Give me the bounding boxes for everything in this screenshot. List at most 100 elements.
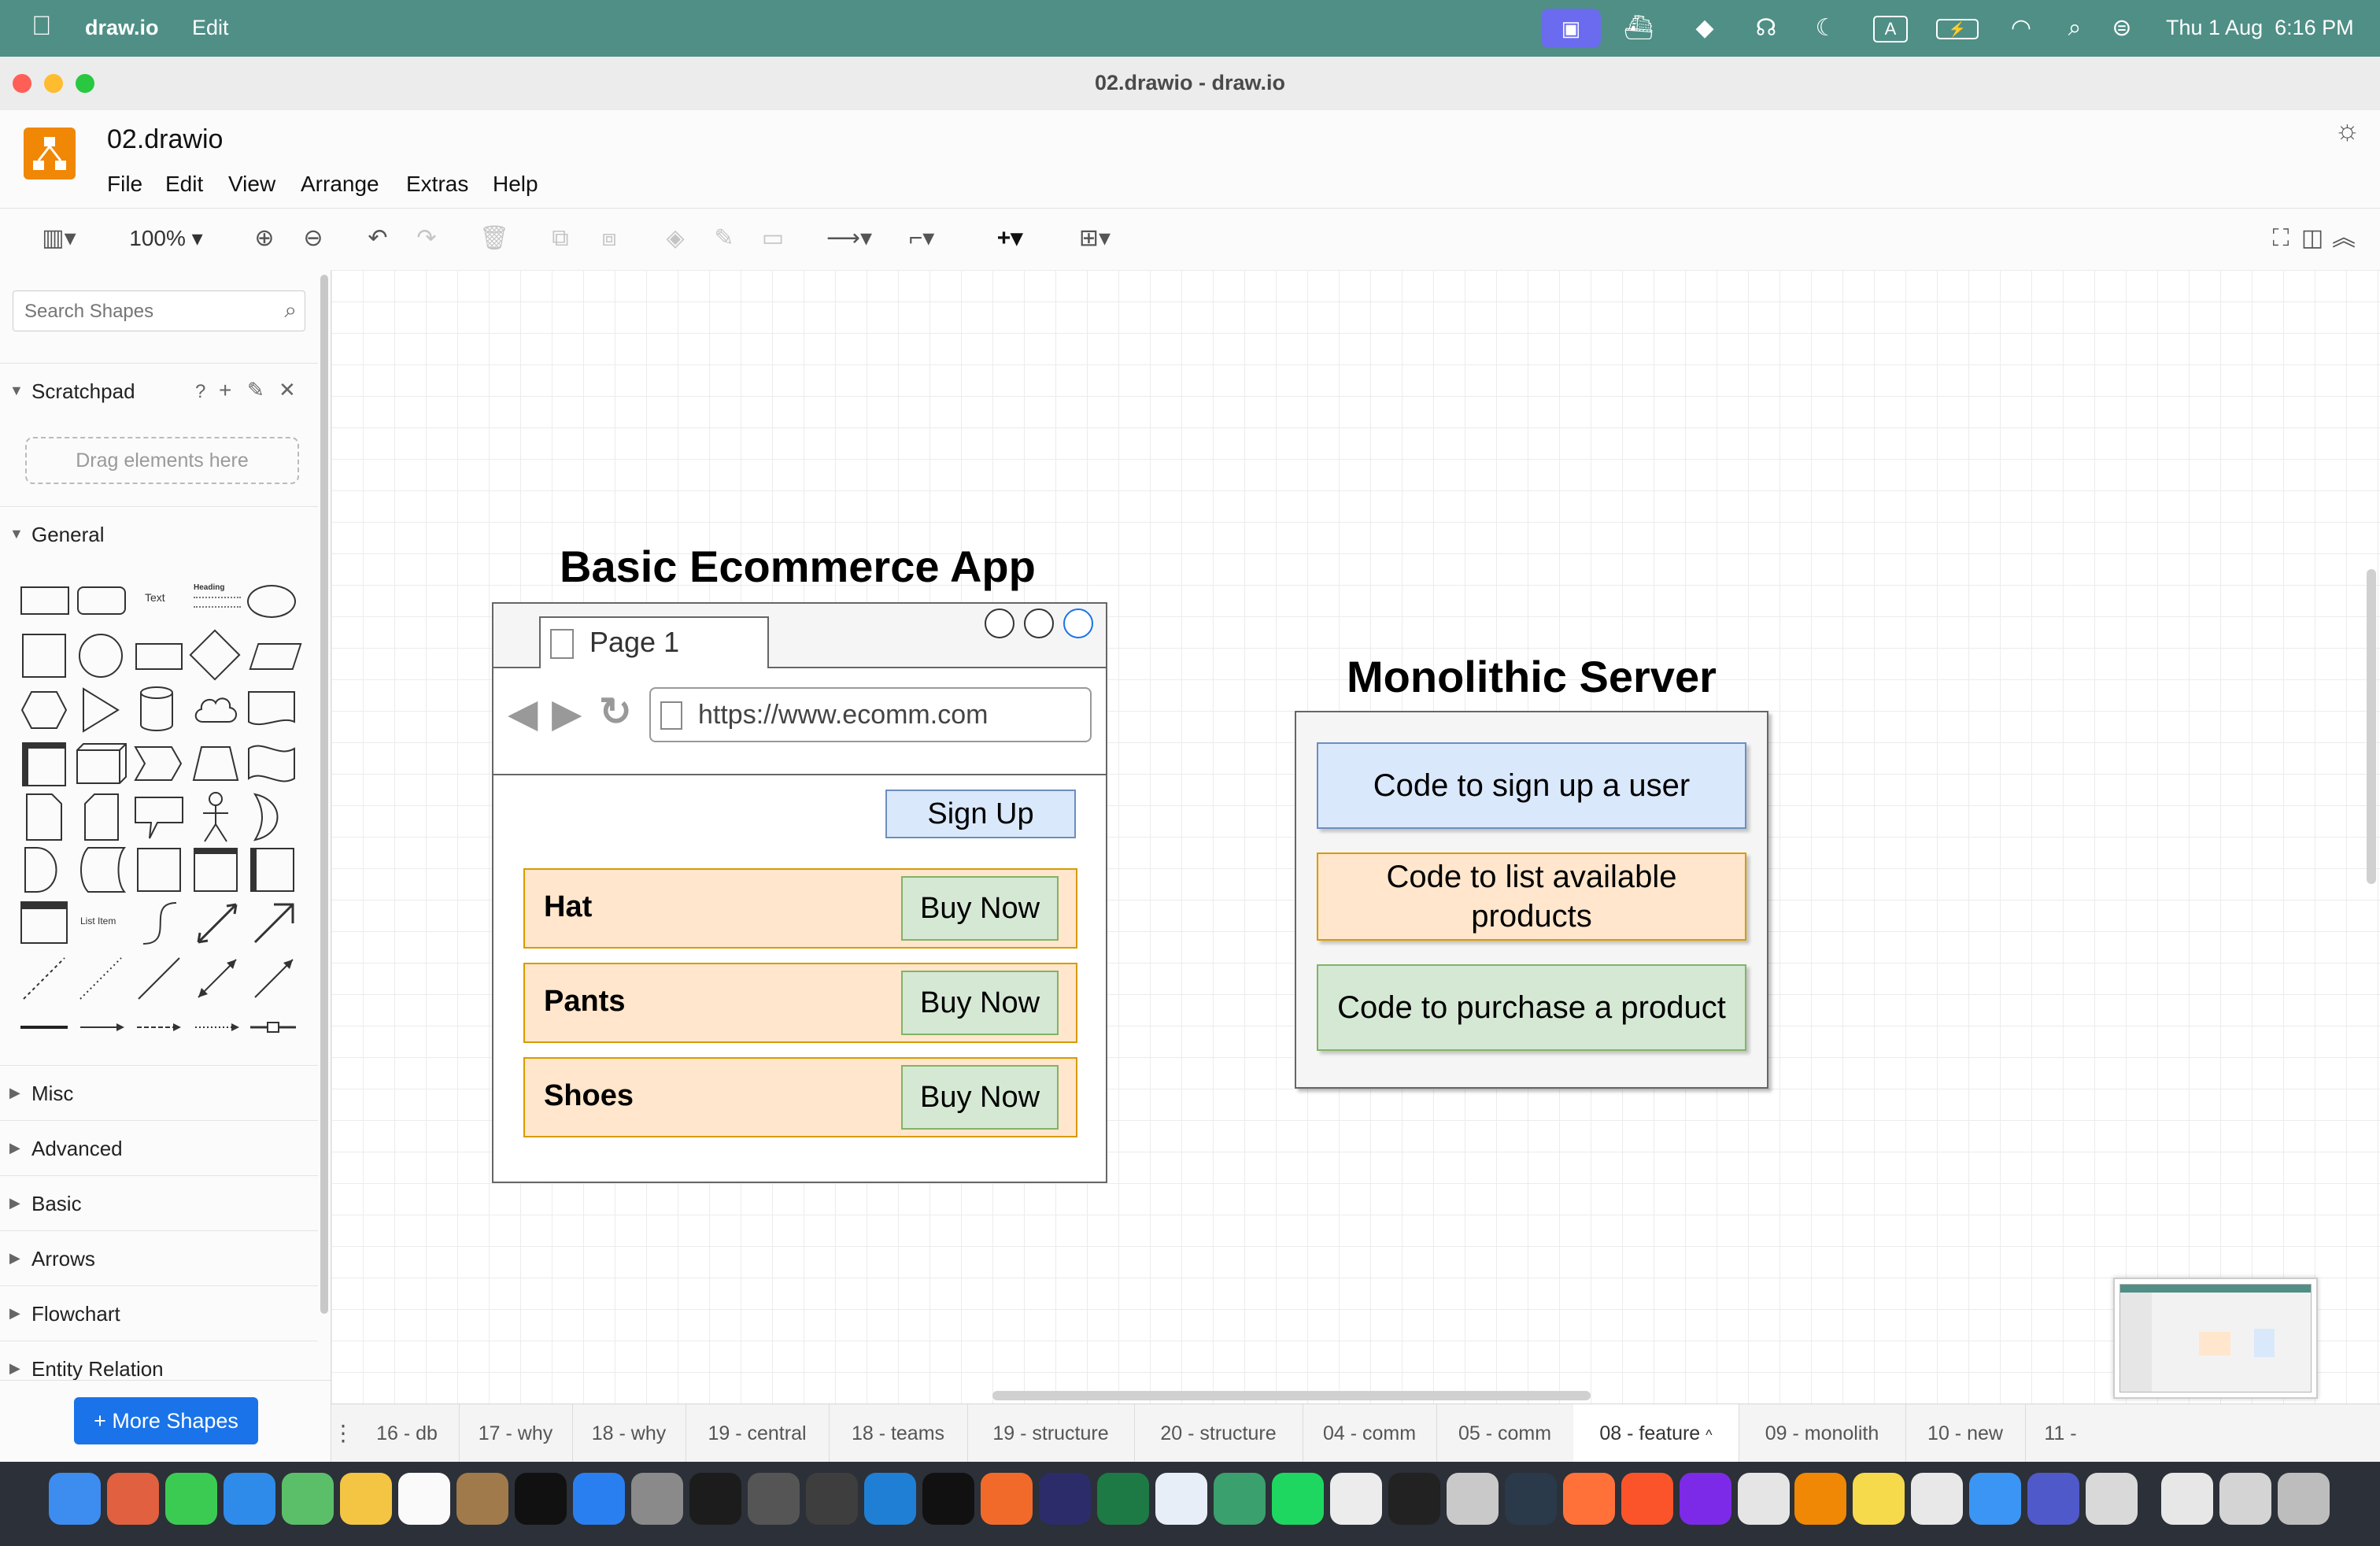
apple-tv-icon[interactable]	[515, 1473, 567, 1525]
step-shape[interactable]	[134, 745, 183, 782]
parallelogram-shape[interactable]	[249, 643, 302, 670]
undo-icon[interactable]: ↶	[360, 223, 395, 254]
excel-icon[interactable]	[1097, 1473, 1149, 1525]
list-item-shape[interactable]: List Item	[80, 915, 116, 926]
tape-shape[interactable]	[247, 742, 296, 785]
to-back-icon[interactable]: ⧈	[592, 223, 626, 254]
wifi-icon[interactable]: ◠	[2005, 13, 2037, 44]
collapse-icon[interactable]: ︽	[2328, 223, 2360, 254]
ecommerce-title[interactable]: Basic Ecommerce App	[560, 541, 1036, 592]
server-item-purchase[interactable]: Code to purchase a product	[1317, 964, 1746, 1051]
calendar-icon[interactable]	[398, 1473, 450, 1525]
diagram-canvas[interactable]: Basic Ecommerce App Page 1 ◀ ▶ ↻ https:/…	[331, 270, 2380, 1404]
section-misc[interactable]: ▶ Misc	[0, 1065, 318, 1121]
file-name[interactable]: 02.drawio	[107, 124, 223, 155]
screen-share-icon[interactable]: ▣	[1541, 9, 1601, 48]
section-flowchart[interactable]: ▶ Flowchart	[0, 1285, 318, 1341]
dvd-player-icon[interactable]	[1447, 1473, 1499, 1525]
dotted-line-shape[interactable]	[77, 955, 124, 1002]
buy-now-button[interactable]: Buy Now	[901, 876, 1059, 941]
server-title[interactable]: Monolithic Server	[1347, 651, 1717, 702]
elephant-icon[interactable]: ◆	[1689, 13, 1720, 44]
contacts-icon[interactable]	[456, 1473, 508, 1525]
downloads-stack-icon[interactable]	[2219, 1473, 2271, 1525]
chevron-up-icon[interactable]: ^	[1706, 1427, 1712, 1443]
scratchpad-help-icon[interactable]: ?	[195, 381, 205, 403]
maps-icon[interactable]	[282, 1473, 334, 1525]
zoom-out-icon[interactable]: ⊖	[296, 223, 331, 254]
safari-icon[interactable]	[224, 1473, 275, 1525]
and-shape[interactable]	[24, 846, 61, 893]
teams-icon[interactable]	[2027, 1473, 2079, 1525]
headphones-icon[interactable]: ☊	[1750, 13, 1782, 44]
chrome-icon[interactable]	[1911, 1473, 1963, 1525]
drawio-dock-icon[interactable]	[1794, 1473, 1846, 1525]
bidirectional-connector-shape[interactable]	[194, 955, 241, 1002]
theme-sun-icon[interactable]: ☼	[2334, 113, 2360, 146]
scratchpad-header[interactable]: ▼ Scratchpad ? + ✎ ✕	[0, 363, 318, 419]
more-shapes-button[interactable]: + More Shapes	[74, 1397, 258, 1444]
section-advanced[interactable]: ▶ Advanced	[0, 1120, 318, 1176]
canva-icon[interactable]	[1680, 1473, 1731, 1525]
docker-icon[interactable]: ⛴	[1623, 13, 1654, 44]
signup-button[interactable]: Sign Up	[885, 790, 1076, 838]
photos-icon[interactable]	[340, 1473, 392, 1525]
general-header[interactable]: ▼ General	[0, 506, 318, 562]
scratchpad-close-icon[interactable]: ✕	[279, 378, 296, 402]
fullscreen-icon[interactable]: ⛶	[2265, 223, 2297, 254]
browser-tab[interactable]: Page 1	[539, 616, 769, 668]
sidebar-scrollbar[interactable]	[320, 275, 328, 1314]
search-shapes-input[interactable]	[23, 299, 278, 324]
browser-circle-icon[interactable]	[985, 608, 1014, 638]
format-panel-icon[interactable]: ▥▾	[31, 223, 87, 254]
page-tab[interactable]: 16 - db	[355, 1404, 460, 1463]
rectangle-shape[interactable]	[20, 586, 69, 615]
container-shape[interactable]	[137, 848, 181, 892]
firefox-icon[interactable]	[1563, 1473, 1615, 1525]
menu-help[interactable]: Help	[493, 172, 538, 197]
dotted-connector-shape[interactable]	[194, 1018, 241, 1037]
scratchpad-add-icon[interactable]: +	[219, 378, 231, 403]
canvas-horizontal-scrollbar[interactable]	[992, 1391, 1591, 1400]
mail-icon[interactable]	[1969, 1473, 2021, 1525]
cloud-app-icon[interactable]	[1214, 1473, 1266, 1525]
page-tab[interactable]: 10 - new	[1905, 1404, 2026, 1463]
scratchpad-edit-icon[interactable]: ✎	[247, 378, 264, 402]
data-storage-shape[interactable]	[77, 846, 126, 893]
system-settings-icon[interactable]	[631, 1473, 683, 1525]
connection-icon[interactable]: ⟶▾	[822, 223, 877, 254]
horizontal-container-shape[interactable]	[250, 848, 294, 892]
square-shape[interactable]	[22, 634, 66, 678]
link-connector-shape[interactable]	[249, 1018, 298, 1037]
brave-icon[interactable]	[1621, 1473, 1673, 1525]
vscode-icon[interactable]	[864, 1473, 916, 1525]
cloud-shape[interactable]	[192, 690, 239, 728]
ellipse-shape[interactable]	[247, 585, 296, 618]
moon-icon[interactable]: ☾	[1810, 13, 1842, 44]
trapezoid-shape[interactable]	[192, 745, 239, 782]
xcode-instruments-icon[interactable]	[1155, 1473, 1207, 1525]
notes-icon[interactable]	[1853, 1473, 1905, 1525]
page-tab[interactable]: 19 - structure	[967, 1404, 1135, 1463]
connector-arrow-shape[interactable]	[79, 1018, 126, 1037]
document-shape[interactable]	[247, 690, 296, 728]
list-shape[interactable]	[20, 901, 68, 944]
back-arrow-icon[interactable]: ◀	[508, 693, 538, 733]
page-tab[interactable]: 09 - monolith	[1739, 1404, 1906, 1463]
page-tab[interactable]: 11 -	[2025, 1404, 2096, 1463]
minimap-outline[interactable]	[2113, 1278, 2318, 1399]
dashed-connector-shape[interactable]	[135, 1018, 183, 1037]
search-icon[interactable]: ⌕	[284, 298, 297, 324]
bidirectional-arrow-shape[interactable]	[194, 900, 241, 947]
text-shape[interactable]: Text	[145, 591, 165, 604]
zoom-dropdown[interactable]: 100% ▾	[123, 223, 209, 254]
diamond-shape[interactable]	[189, 629, 241, 681]
actor-shape[interactable]	[200, 791, 231, 843]
waypoints-icon[interactable]: ⌐▾	[894, 223, 949, 254]
launchpad-icon[interactable]	[107, 1473, 159, 1525]
heading-shape[interactable]: Heading	[194, 583, 241, 618]
directional-connector-shape[interactable]	[250, 955, 298, 1002]
note-shape[interactable]	[25, 793, 63, 841]
hexagon-shape[interactable]	[20, 690, 68, 730]
delete-icon[interactable]: 🗑	[477, 223, 512, 254]
